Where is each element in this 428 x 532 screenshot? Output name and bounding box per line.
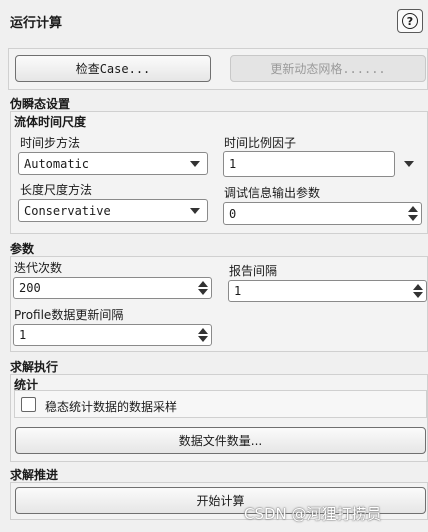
spin-up-icon[interactable]: [198, 281, 208, 287]
time-step-method-value: Automatic: [24, 156, 90, 171]
update-dynamic-mesh-button[interactable]: 更新动态网格......: [230, 55, 426, 82]
verbosity-label: 调试信息输出参数: [224, 186, 321, 200]
spin-down-icon[interactable]: [413, 292, 423, 298]
time-scale-factor-input[interactable]: 1: [223, 151, 395, 177]
iterations-spinner[interactable]: 200: [13, 277, 212, 299]
profile-update-interval-value: 1: [19, 328, 27, 342]
iterations-value: 200: [19, 281, 41, 295]
spin-down-icon[interactable]: [198, 336, 208, 342]
fluid-time-scale-heading: 流体时间尺度: [14, 115, 87, 129]
help-icon: ?: [402, 13, 418, 29]
check-case-button[interactable]: 检查Case...: [15, 55, 211, 82]
profile-update-interval-spinner[interactable]: 1: [13, 324, 212, 346]
spin-down-icon[interactable]: [198, 289, 208, 295]
spin-down-icon[interactable]: [408, 215, 418, 221]
sampling-checkbox[interactable]: [21, 397, 36, 412]
solution-processing-heading: 求解执行: [10, 360, 59, 374]
length-scale-method-value: Conservative: [24, 203, 111, 218]
spin-up-icon[interactable]: [408, 206, 418, 212]
help-button[interactable]: ?: [397, 9, 423, 33]
time-scale-factor-dropdown-icon[interactable]: [404, 161, 414, 167]
chevron-down-icon: [190, 208, 200, 214]
parameters-heading: 参数: [10, 242, 35, 256]
report-interval-label: 报告间隔: [229, 264, 278, 278]
verbosity-spinner[interactable]: 0: [223, 202, 422, 225]
spin-up-icon[interactable]: [413, 284, 423, 290]
pseudo-transient-heading: 伪瞬态设置: [10, 97, 71, 111]
length-scale-method-select[interactable]: Conservative: [18, 199, 208, 222]
time-step-method-label: 时间步方法: [20, 136, 81, 150]
time-scale-factor-value: 1: [229, 157, 237, 171]
page-title: 运行计算: [10, 16, 63, 31]
watermark: CSDN @河狸打捞员: [244, 505, 382, 523]
profile-update-interval-label: Profile数据更新间隔: [14, 308, 124, 322]
chevron-down-icon: [190, 161, 200, 167]
time-scale-factor-label: 时间比例因子: [224, 136, 297, 150]
iterations-label: 迭代次数: [14, 261, 63, 275]
time-step-method-select[interactable]: Automatic: [18, 152, 208, 175]
length-scale-method-label: 长度尺度方法: [20, 183, 93, 197]
spin-up-icon[interactable]: [198, 328, 208, 334]
verbosity-value: 0: [229, 206, 237, 221]
sampling-label: 稳态统计数据的数据采样: [45, 400, 178, 414]
report-interval-value: 1: [234, 284, 242, 298]
solution-advancement-heading: 求解推进: [10, 468, 59, 482]
data-file-quantities-button[interactable]: 数据文件数量...: [15, 427, 426, 454]
report-interval-spinner[interactable]: 1: [228, 280, 427, 302]
